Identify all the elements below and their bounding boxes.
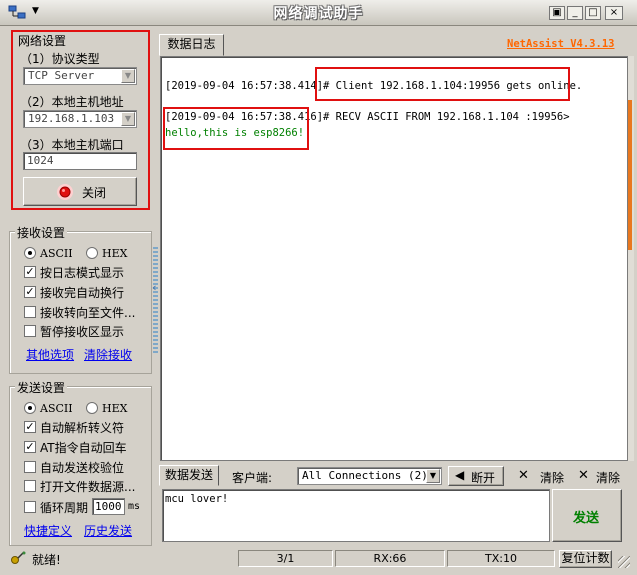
send-hex-label: HEX <box>102 402 128 415</box>
status-count: 3/1 <box>238 550 333 567</box>
pause-display-label: 暂停接收区显示 <box>40 325 125 339</box>
status-rx: RX:66 <box>335 550 445 567</box>
receive-settings-title: 接收设置 <box>15 224 68 241</box>
title-bar[interactable]: ▼ 网络调试助手 ▣ _ □ × <box>0 0 637 26</box>
at-auto-enter-label: AT指令自动回车 <box>40 441 127 455</box>
receive-hex-radio[interactable] <box>86 247 98 259</box>
send-hex-radio[interactable] <box>86 402 98 414</box>
splitter-grip[interactable] <box>153 245 158 355</box>
chevron-down-icon[interactable]: ▼ <box>121 69 135 83</box>
cycle-period-input[interactable]: 1000 <box>92 498 125 515</box>
receive-hex-label: HEX <box>102 247 128 260</box>
client-select[interactable]: All Connections (2) ▼ <box>297 467 442 485</box>
network-settings-title: 网络设置 <box>16 32 69 49</box>
connection-status-icon <box>56 183 74 204</box>
log-scrollbar-thumb[interactable] <box>628 100 632 250</box>
send-button[interactable]: 发送 <box>552 489 622 542</box>
file-source-checkbox[interactable] <box>24 480 36 492</box>
pause-display-checkbox[interactable] <box>24 325 36 337</box>
send-history-link[interactable]: 历史发送 <box>84 522 132 539</box>
cycle-period-value: 1000 <box>95 500 122 513</box>
status-ready-text: 就绪! <box>32 553 61 567</box>
protocol-select[interactable]: TCP Server ▼ <box>23 67 137 85</box>
port-input[interactable]: 1024 <box>23 152 137 170</box>
file-source-label: 打开文件数据源... <box>40 480 136 494</box>
log-mode-checkbox[interactable]: ✓ <box>24 266 36 278</box>
client-label: 客户端: <box>232 471 273 485</box>
host-label: （2）本地主机地址 <box>20 95 124 109</box>
send-ascii-radio[interactable] <box>24 402 36 414</box>
shortcut-define-link[interactable]: 快捷定义 <box>24 522 72 539</box>
receive-to-file-label: 接收转向至文件... <box>40 306 136 320</box>
checksum-checkbox[interactable] <box>24 461 36 473</box>
disconnect-button[interactable]: ◀ 断开 <box>448 466 504 486</box>
clear-send-button[interactable]: 清除 <box>540 469 564 486</box>
maximize-button[interactable]: □ <box>585 6 601 20</box>
close-connection-label: 关闭 <box>82 186 107 200</box>
send-settings-title: 发送设置 <box>15 379 68 396</box>
version-label[interactable]: NetAssist V4.3.13 <box>507 38 614 50</box>
send-message-input[interactable]: mcu lover! <box>162 489 550 542</box>
protocol-label: （1）协议类型 <box>20 52 100 66</box>
close-window-button[interactable]: × <box>605 6 623 20</box>
tab-data-log[interactable]: 数据日志 <box>159 34 224 56</box>
cycle-unit: ms <box>128 501 141 512</box>
protocol-value: TCP Server <box>28 69 95 82</box>
auto-wrap-checkbox[interactable]: ✓ <box>24 286 36 298</box>
chevron-down-icon[interactable]: ▼ <box>426 469 440 483</box>
checksum-label: 自动发送校验位 <box>40 461 125 475</box>
cycle-label: 循环周期 <box>40 501 89 515</box>
close-connection-button[interactable]: 关闭 <box>23 177 137 206</box>
window-title: 网络调试助手 <box>273 6 364 22</box>
host-value: 192.168.1.103 <box>28 112 115 125</box>
clear-receive-link[interactable]: 清除接收 <box>84 346 132 363</box>
escape-label: 自动解析转义符 <box>40 421 125 435</box>
clear-receive-icon[interactable]: ✕ <box>578 468 589 483</box>
at-auto-enter-checkbox[interactable]: ✓ <box>24 441 36 453</box>
arrow-left-icon: ◀ <box>455 468 465 482</box>
status-tx: TX:10 <box>447 550 555 567</box>
online-highlight <box>315 67 570 101</box>
host-select[interactable]: 192.168.1.103 ▼ <box>23 110 137 128</box>
reset-count-button[interactable]: 复位计数 <box>559 550 612 568</box>
receive-to-file-checkbox[interactable] <box>24 306 36 318</box>
send-button-label: 发送 <box>573 511 600 526</box>
escape-checkbox[interactable]: ✓ <box>24 421 36 433</box>
auto-wrap-label: 接收完自动换行 <box>40 286 125 300</box>
receive-ascii-radio[interactable] <box>24 247 36 259</box>
other-options-link[interactable]: 其他选项 <box>26 346 74 363</box>
send-message-text: mcu lover! <box>165 493 229 505</box>
port-value: 1024 <box>27 154 54 167</box>
disconnect-label: 断开 <box>471 471 496 485</box>
port-label: （3）本地主机端口 <box>20 138 124 152</box>
client-value: All Connections (2) <box>302 469 428 482</box>
minimize-button[interactable]: _ <box>567 6 583 20</box>
restore-icon[interactable]: ▣ <box>549 6 565 20</box>
resize-grip[interactable] <box>618 556 630 568</box>
send-ascii-label: ASCII <box>40 402 73 415</box>
ready-icon <box>10 551 26 568</box>
collapse-left-icon[interactable]: ‹ <box>152 281 157 294</box>
tab-data-send[interactable]: 数据发送 <box>159 465 219 486</box>
chevron-down-icon[interactable]: ▼ <box>121 112 135 126</box>
receive-ascii-label: ASCII <box>40 247 73 260</box>
cycle-checkbox[interactable] <box>24 501 36 513</box>
clear-log-button[interactable]: 清除 <box>596 469 620 486</box>
clear-send-icon[interactable]: ✕ <box>518 468 529 483</box>
log-mode-label: 按日志模式显示 <box>40 266 125 280</box>
received-highlight <box>163 107 309 150</box>
